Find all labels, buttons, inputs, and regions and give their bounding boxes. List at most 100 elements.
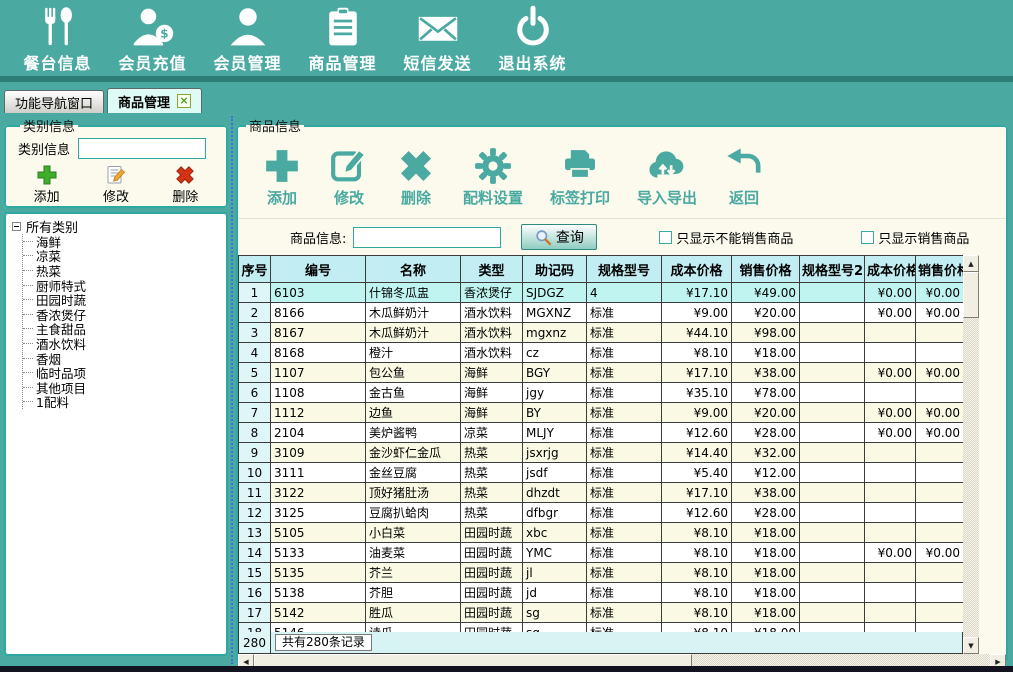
category-add-button[interactable]: 添加	[34, 164, 60, 205]
table-cell[interactable]: 田园时蔬	[461, 583, 523, 603]
table-cell[interactable]: 8166	[271, 303, 366, 323]
table-cell[interactable]: 3109	[271, 443, 366, 463]
table-cell[interactable]: ¥32.00	[732, 443, 800, 463]
table-cell[interactable]: 3125	[271, 503, 366, 523]
table-row[interactable]: 113122顶好猪肚汤热菜dhzdt标准¥17.10¥38.00	[239, 483, 964, 503]
table-cell[interactable]: 10	[239, 463, 271, 483]
table-cell[interactable]: 豆腐扒蛤肉	[366, 503, 461, 523]
table-cell[interactable]: ¥0.00	[865, 423, 916, 443]
table-cell[interactable]: 田园时蔬	[461, 543, 523, 563]
table-cell[interactable]: 诗瓜	[366, 623, 461, 633]
table-cell[interactable]: ¥38.00	[732, 363, 800, 383]
table-cell[interactable]: ¥49.00	[732, 283, 800, 303]
label-print-button[interactable]: 标签打印	[550, 146, 610, 208]
category-delete-button[interactable]: 删除	[172, 164, 198, 205]
table-cell[interactable]: YMC	[523, 543, 587, 563]
toolbar-item-product-mgmt[interactable]: 商品管理	[295, 5, 390, 76]
table-cell[interactable]: 酒水饮料	[461, 323, 523, 343]
category-edit-button[interactable]: 修改	[103, 164, 129, 205]
table-cell[interactable]: 田园时蔬	[461, 623, 523, 633]
table-cell[interactable]: 橙汁	[366, 343, 461, 363]
table-cell[interactable]: 边鱼	[366, 403, 461, 423]
table-row[interactable]: 123125豆腐扒蛤肉热菜dfbgr标准¥12.60¥28.00	[239, 503, 964, 523]
table-cell[interactable]	[800, 563, 865, 583]
table-cell[interactable]	[800, 583, 865, 603]
table-cell[interactable]: 胜瓜	[366, 603, 461, 623]
table-row[interactable]: 145133油麦菜田园时蔬YMC标准¥8.10¥18.00¥0.00¥0.00	[239, 543, 964, 563]
table-row[interactable]: 71112边鱼海鲜BY标准¥9.00¥20.00¥0.00¥0.00	[239, 403, 964, 423]
table-cell[interactable]: ¥0.00	[916, 363, 964, 383]
table-cell[interactable]	[800, 303, 865, 323]
table-cell[interactable]: jgy	[523, 383, 587, 403]
table-cell[interactable]: mgxnz	[523, 323, 587, 343]
table-cell[interactable]	[865, 483, 916, 503]
table-cell[interactable]: SJDGZ	[523, 283, 587, 303]
table-cell[interactable]: ¥8.10	[662, 623, 732, 633]
table-cell[interactable]: 标准	[587, 443, 662, 463]
vertical-scrollbar[interactable]: ▲ ▼	[963, 255, 979, 654]
tab-product-mgmt[interactable]: 商品管理 ×	[107, 88, 202, 113]
table-cell[interactable]: 8	[239, 423, 271, 443]
table-cell[interactable]: ¥17.10	[662, 483, 732, 503]
table-row[interactable]: 93109金沙虾仁金瓜热菜jsxrjg标准¥14.40¥32.00	[239, 443, 964, 463]
table-row[interactable]: 61108金古鱼海鲜jgy标准¥35.10¥78.00	[239, 383, 964, 403]
table-cell[interactable]	[800, 523, 865, 543]
table-cell[interactable]: ¥18.00	[732, 343, 800, 363]
table-row[interactable]: 38167木瓜鲜奶汁酒水饮料mgxnz标准¥44.10¥98.00	[239, 323, 964, 343]
table-cell[interactable]: 美炉酱鸭	[366, 423, 461, 443]
table-cell[interactable]: 2	[239, 303, 271, 323]
tree-item-category[interactable]: 1配料	[23, 395, 224, 410]
table-cell[interactable]: 标准	[587, 303, 662, 323]
table-cell[interactable]: ¥17.10	[662, 363, 732, 383]
table-cell[interactable]: 木瓜鲜奶汁	[366, 323, 461, 343]
category-name-input[interactable]	[78, 138, 206, 159]
table-cell[interactable]: 标准	[587, 563, 662, 583]
table-cell[interactable]: ¥18.00	[732, 523, 800, 543]
table-cell[interactable]: 芥胆	[366, 583, 461, 603]
toolbar-item-exit[interactable]: 退出系统	[485, 5, 580, 76]
table-cell[interactable]: 1108	[271, 383, 366, 403]
table-cell[interactable]: ¥28.00	[732, 423, 800, 443]
vertical-scroll-thumb[interactable]	[963, 272, 979, 318]
table-cell[interactable]	[800, 343, 865, 363]
table-cell[interactable]: MGXNZ	[523, 303, 587, 323]
table-cell[interactable]: jsdf	[523, 463, 587, 483]
checkbox-box[interactable]	[861, 231, 874, 244]
table-cell[interactable]	[800, 503, 865, 523]
table-cell[interactable]: ¥98.00	[732, 323, 800, 343]
table-cell[interactable]: 6103	[271, 283, 366, 303]
table-row[interactable]: 135105小白菜田园时蔬xbc标准¥8.10¥18.00	[239, 523, 964, 543]
table-cell[interactable]: ¥18.00	[732, 603, 800, 623]
table-cell[interactable]	[916, 483, 964, 503]
table-cell[interactable]: 小白菜	[366, 523, 461, 543]
table-cell[interactable]: 酒水饮料	[461, 303, 523, 323]
table-cell[interactable]: cz	[523, 343, 587, 363]
table-cell[interactable]: 8168	[271, 343, 366, 363]
product-search-input[interactable]	[353, 227, 501, 248]
table-cell[interactable]: 标准	[587, 343, 662, 363]
table-cell[interactable]: ¥0.00	[916, 283, 964, 303]
table-cell[interactable]: ¥8.10	[662, 543, 732, 563]
table-cell[interactable]	[865, 623, 916, 633]
table-cell[interactable]: jl	[523, 563, 587, 583]
table-cell[interactable]: 1107	[271, 363, 366, 383]
table-cell[interactable]: ¥0.00	[916, 423, 964, 443]
table-cell[interactable]	[865, 343, 916, 363]
checkbox-box[interactable]	[659, 231, 672, 244]
table-cell[interactable]: ¥18.00	[732, 583, 800, 603]
table-cell[interactable]	[865, 503, 916, 523]
table-row[interactable]: 155135芥兰田园时蔬jl标准¥8.10¥18.00	[239, 563, 964, 583]
table-cell[interactable]: 16	[239, 583, 271, 603]
table-cell[interactable]: MLJY	[523, 423, 587, 443]
table-cell[interactable]	[800, 283, 865, 303]
table-cell[interactable]	[865, 323, 916, 343]
table-cell[interactable]: 海鲜	[461, 403, 523, 423]
table-row[interactable]: 51107包公鱼海鲜BGY标准¥17.10¥38.00¥0.00¥0.00	[239, 363, 964, 383]
table-cell[interactable]: ¥18.00	[732, 543, 800, 563]
table-cell[interactable]	[865, 523, 916, 543]
table-cell[interactable]: ¥0.00	[865, 363, 916, 383]
table-cell[interactable]: 标准	[587, 503, 662, 523]
table-cell[interactable]: BY	[523, 403, 587, 423]
table-cell[interactable]: ¥0.00	[865, 403, 916, 423]
table-cell[interactable]: 油麦菜	[366, 543, 461, 563]
